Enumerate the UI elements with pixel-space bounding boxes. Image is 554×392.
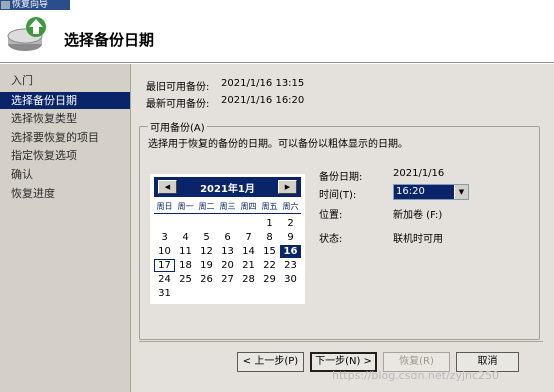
calendar-day[interactable]: 7 [238, 231, 259, 244]
time-select-value: 16:20 [396, 186, 425, 197]
calendar-day[interactable]: 26 [196, 273, 217, 286]
page-title: 选择备份日期 [64, 31, 155, 49]
backup-drive-icon [7, 17, 46, 51]
nav-item-select-recovery-type[interactable]: 选择恢复类型 [0, 110, 130, 127]
calendar-day[interactable]: 11 [175, 245, 196, 258]
calendar-day[interactable]: 8 [259, 231, 280, 244]
location-value: 新加卷 (F:) [393, 210, 443, 221]
nav-item-getting-started[interactable]: 入门 [0, 72, 130, 89]
weekday-header: 周二 [198, 202, 215, 211]
oldest-backup-value: 2021/1/16 13:15 [221, 78, 305, 89]
next-month-button[interactable]: ▶ [278, 180, 297, 194]
oldest-backup-label: 最旧可用备份: [146, 82, 210, 93]
newest-backup-label: 最新可用备份: [146, 99, 210, 110]
calendar-day[interactable]: 9 [280, 231, 301, 244]
calendar-day[interactable]: 4 [175, 231, 196, 244]
wizard-body: 入门 选择备份日期 选择恢复类型 选择要恢复的项目 指定恢复选项 确认 恢复进度… [0, 64, 554, 392]
back-button[interactable]: < 上一步(P) [237, 352, 304, 372]
nav-item-select-backup-date[interactable]: 选择备份日期 [0, 92, 130, 109]
calendar-day[interactable]: 3 [154, 231, 175, 244]
calendar-day[interactable]: 13 [217, 245, 238, 258]
calendar-day[interactable]: 14 [238, 245, 259, 258]
left-arrow-icon: ◀ [164, 183, 171, 191]
calendar-day[interactable]: 15 [259, 245, 280, 258]
app-icon [1, 1, 10, 9]
calendar-day[interactable]: 6 [217, 231, 238, 244]
weekday-header: 周三 [219, 202, 236, 211]
calendar-day[interactable]: 28 [238, 273, 259, 286]
calendar-day[interactable]: 18 [175, 259, 196, 272]
status-label: 状态: [319, 234, 343, 245]
time-select[interactable]: 16:20 ▼ [393, 184, 469, 200]
calendar-day[interactable]: 27 [217, 273, 238, 286]
newest-backup-value: 2021/1/16 16:20 [221, 95, 305, 106]
weekday-header: 周四 [240, 202, 257, 211]
calendar-day[interactable]: 16 [280, 245, 301, 258]
calendar-day[interactable]: 1 [259, 217, 280, 230]
backup-calendar[interactable]: ◀ 2021年1月 ▶ 周日 周一 周二 周三 周四 周五 周六 1234567… [150, 174, 305, 304]
title-bar: 恢复向导 [0, 0, 554, 10]
calendar-day[interactable]: 23 [280, 259, 301, 272]
weekday-header: 周日 [156, 202, 173, 211]
calendar-day[interactable]: 29 [259, 273, 280, 286]
available-backups-legend: 可用备份(A) [148, 119, 207, 134]
weekday-header: 周一 [177, 202, 194, 211]
calendar-day[interactable]: 19 [196, 259, 217, 272]
window-title: 恢复向导 [0, 0, 70, 10]
calendar-day[interactable]: 24 [154, 273, 175, 286]
status-value: 联机时可用 [393, 234, 443, 245]
nav-item-confirm[interactable]: 确认 [0, 166, 130, 183]
backup-date-label: 备份日期: [319, 172, 363, 183]
calendar-header: ◀ 2021年1月 ▶ [154, 177, 301, 197]
right-arrow-icon: ▶ [284, 183, 291, 191]
wizard-steps-nav: 入门 选择备份日期 选择恢复类型 选择要恢复的项目 指定恢复选项 确认 恢复进度 [0, 64, 131, 392]
weekday-header: 周六 [282, 202, 299, 211]
calendar-day[interactable]: 20 [217, 259, 238, 272]
calendar-day[interactable]: 5 [196, 231, 217, 244]
calendar-month-label[interactable]: 2021年1月 [184, 180, 271, 195]
location-label: 位置: [319, 210, 343, 221]
wizard-header: 选择备份日期 [0, 10, 554, 63]
calendar-day[interactable]: 21 [238, 259, 259, 272]
calendar-day[interactable]: 31 [154, 287, 175, 300]
calendar-day[interactable]: 25 [175, 273, 196, 286]
backup-date-value: 2021/1/16 [393, 168, 445, 179]
calendar-day[interactable]: 22 [259, 259, 280, 272]
available-backups-description: 选择用于恢复的备份的日期。可以备份以粗体显示的日期。 [148, 139, 408, 150]
weekday-header: 周五 [261, 202, 278, 211]
prev-month-button[interactable]: ◀ [158, 180, 177, 194]
calendar-day[interactable]: 10 [154, 245, 175, 258]
footer-divider [139, 341, 543, 342]
nav-item-progress[interactable]: 恢复进度 [0, 185, 130, 202]
calendar-day[interactable]: 17 [154, 259, 175, 272]
calendar-day[interactable]: 12 [196, 245, 217, 258]
chevron-down-icon[interactable]: ▼ [454, 185, 468, 199]
weekday-divider [154, 213, 301, 214]
window-title-text: 恢复向导 [12, 0, 49, 10]
time-label: 时间(T): [319, 190, 357, 201]
nav-item-select-items[interactable]: 选择要恢复的项目 [0, 129, 130, 146]
nav-item-recovery-options[interactable]: 指定恢复选项 [0, 147, 130, 164]
calendar-day[interactable]: 2 [280, 217, 301, 230]
calendar-day[interactable]: 30 [280, 273, 301, 286]
watermark: https://blog.csdn.net/zyjnc250 [332, 369, 500, 382]
